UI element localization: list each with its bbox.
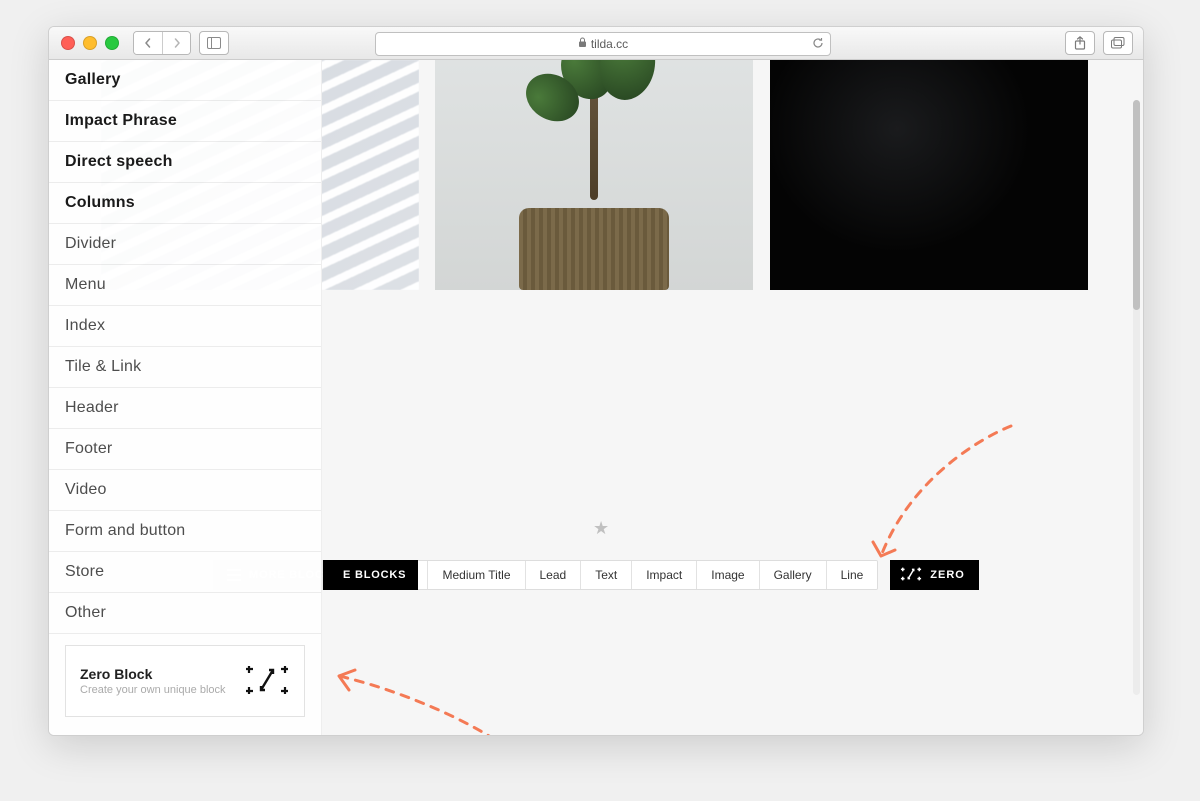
sidebar-item-other[interactable]: Other xyxy=(49,593,321,634)
zero-promo-text: Zero Block Create your own unique block xyxy=(80,666,226,696)
decorative-arrow-2 xyxy=(331,658,531,736)
close-window[interactable] xyxy=(61,36,75,50)
minimize-window[interactable] xyxy=(83,36,97,50)
safari-window: tilda.cc + ★ xyxy=(48,26,1144,736)
back-button[interactable] xyxy=(134,32,162,54)
block-lead[interactable]: Lead xyxy=(526,561,582,589)
sidebar-item-divider[interactable]: Divider xyxy=(49,224,321,265)
sidebar-item-menu[interactable]: Menu xyxy=(49,265,321,306)
share-button[interactable] xyxy=(1065,31,1095,55)
zero-promo-subtitle: Create your own unique block xyxy=(80,684,226,696)
block-image[interactable]: Image xyxy=(697,561,759,589)
block-medium-title[interactable]: Medium Title xyxy=(428,561,525,589)
gallery-image-3[interactable] xyxy=(770,60,1088,290)
sidebar-item-tile-link[interactable]: Tile & Link xyxy=(49,347,321,388)
block-type-list: Cover Medium Title Lead Text Impact Imag… xyxy=(366,560,878,590)
zero-icon xyxy=(900,566,922,585)
zero-block-promo[interactable]: Zero Block Create your own unique block xyxy=(65,645,305,717)
sidebar-item-impact-phrase[interactable]: Impact Phrase xyxy=(49,101,321,142)
block-category-sidebar: Gallery Impact Phrase Direct speech Colu… xyxy=(49,60,322,735)
zero-label: ZERO xyxy=(930,569,965,581)
url-text: tilda.cc xyxy=(591,37,628,51)
block-gallery[interactable]: Gallery xyxy=(760,561,827,589)
sidebar-toggle[interactable] xyxy=(199,31,229,55)
sidebar-item-video[interactable]: Video xyxy=(49,470,321,511)
browser-toolbar: tilda.cc xyxy=(49,27,1143,60)
sidebar-item-form-button[interactable]: Form and button xyxy=(49,511,321,552)
page-content: ★ More Blocks Cover Medium Title Lead Te… xyxy=(49,60,1143,735)
zero-promo-title: Zero Block xyxy=(80,666,226,682)
sidebar-item-direct-speech[interactable]: Direct speech xyxy=(49,142,321,183)
zero-block-button[interactable]: ZERO xyxy=(890,560,979,590)
sidebar-item-index[interactable]: Index xyxy=(49,306,321,347)
gallery-image-2[interactable] xyxy=(435,60,753,290)
block-impact[interactable]: Impact xyxy=(632,561,697,589)
toolbar-right xyxy=(1065,31,1133,55)
window-controls xyxy=(61,36,119,50)
forward-button[interactable] xyxy=(162,32,190,54)
scrollbar[interactable] xyxy=(1133,100,1140,695)
decorative-arrow-1 xyxy=(861,418,1023,568)
sidebar-item-gallery[interactable]: Gallery xyxy=(49,60,321,101)
nav-back-forward xyxy=(133,31,191,55)
sidebar-item-footer[interactable]: Footer xyxy=(49,429,321,470)
sidebar-item-header[interactable]: Header xyxy=(49,388,321,429)
zero-icon xyxy=(244,664,290,699)
sidebar-item-columns[interactable]: Columns xyxy=(49,183,321,224)
block-text[interactable]: Text xyxy=(581,561,632,589)
more-blocks-overlay: E BLOCKS xyxy=(323,560,418,590)
refresh-icon[interactable] xyxy=(812,37,824,52)
scrollbar-thumb[interactable] xyxy=(1133,100,1140,310)
add-favorite-icon[interactable]: ★ xyxy=(593,518,609,539)
block-line[interactable]: Line xyxy=(827,561,878,589)
lock-icon xyxy=(578,37,587,51)
tabs-button[interactable] xyxy=(1103,31,1133,55)
sidebar-item-store[interactable]: Store xyxy=(49,552,321,593)
maximize-window[interactable] xyxy=(105,36,119,50)
address-bar[interactable]: tilda.cc xyxy=(375,32,831,56)
